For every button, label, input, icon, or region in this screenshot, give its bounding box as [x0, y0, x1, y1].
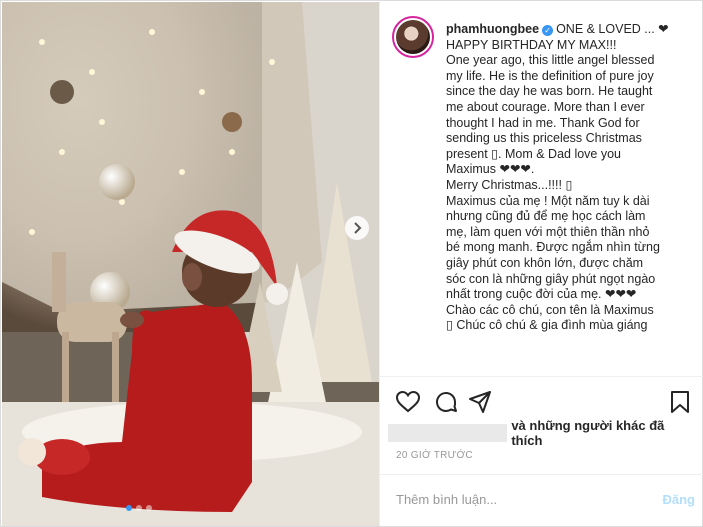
share-icon — [469, 391, 491, 413]
comment-button[interactable] — [432, 388, 460, 416]
verified-badge-icon: ✓ — [542, 25, 554, 36]
likes-text[interactable]: và những người khác đã thích — [511, 418, 698, 448]
caption-line: thought I had in me. Thank God for — [446, 115, 640, 130]
action-bar — [394, 388, 694, 416]
bookmark-icon — [671, 391, 689, 413]
caption-line: HAPPY BIRTHDAY MY MAX!!! — [446, 37, 617, 52]
caption-line: my life. He is the definition of pure jo… — [446, 68, 654, 83]
caption-first-line: phamhuongbee ✓ ONE & LOVED ... ❤ — [446, 22, 696, 38]
chevron-right-icon — [354, 222, 362, 234]
post-comment-button[interactable]: Đăng — [663, 492, 696, 507]
username-link[interactable]: phamhuongbee — [446, 22, 539, 36]
caption-line: Maximus ❤❤❤. — [446, 162, 535, 177]
caption-line: me about courage. More than I ever — [446, 99, 645, 114]
caption-line: sending us this priceless Christmas — [446, 131, 642, 146]
caption-line: mẹ, làm quen với một thiên thần nhỏ — [446, 224, 650, 239]
caption-line: sóc con là những giây phút ngọt ngào — [446, 271, 656, 286]
divider — [380, 376, 703, 377]
carousel-indicator — [126, 505, 152, 511]
caption-line: Merry Christmas...!!!! ▯ — [446, 177, 573, 192]
caption-line: present ▯. Mom & Dad love you — [446, 146, 622, 161]
post-timestamp[interactable]: 20 GIỜ TRƯỚC — [396, 450, 473, 461]
next-photo-button[interactable] — [345, 216, 369, 240]
likes-summary: và những người khác đã thích — [388, 418, 698, 448]
liker-name-redacted[interactable] — [388, 424, 508, 442]
caption: phamhuongbee ✓ ONE & LOVED ... ❤ HAPPY BIR… — [446, 22, 696, 334]
caption-line: nhất trong cuộc đời của mẹ. ❤❤❤ — [446, 287, 637, 302]
caption-line: since the day he was born. He taught — [446, 84, 653, 99]
caption-line: One year ago, this little angel blessed — [446, 53, 655, 68]
divider — [380, 474, 703, 475]
caption-line: ONE & LOVED ... ❤ — [556, 22, 669, 36]
caption-area[interactable]: phamhuongbee ✓ ONE & LOVED ... ❤ HAPPY BIR… — [380, 2, 703, 375]
like-button[interactable] — [394, 388, 422, 416]
avatar[interactable] — [392, 16, 434, 58]
save-button[interactable] — [666, 388, 694, 416]
share-button[interactable] — [466, 388, 494, 416]
avatar-image — [396, 20, 430, 54]
carousel-dot — [136, 505, 142, 511]
post-details-panel: phamhuongbee ✓ ONE & LOVED ... ❤ HAPPY BIR… — [379, 2, 703, 526]
comment-icon — [436, 392, 457, 412]
comment-input[interactable]: Thêm bình luận... — [396, 492, 497, 507]
caption-line: bé mong manh. Được ngắm nhìn từng — [446, 240, 660, 255]
photo-illustration — [2, 2, 379, 526]
post-photo[interactable] — [2, 2, 379, 526]
caption-line: giây phút con khôn lớn, được chăm — [446, 255, 644, 270]
caption-line: Chào các cô chú, con tên là Maximus — [446, 302, 654, 317]
caption-line: ▯ Chúc cô chú & gia đình mùa giáng — [446, 318, 648, 333]
carousel-dot — [146, 505, 152, 511]
heart-icon — [396, 391, 420, 413]
post-modal: phamhuongbee ✓ ONE & LOVED ... ❤ HAPPY BIR… — [0, 0, 703, 527]
caption-line: Maximus của mẹ ! Một năm tuy k dài — [446, 193, 650, 208]
carousel-dot — [126, 505, 132, 511]
caption-line: nhưng cũng đủ để mẹ học cách làm — [446, 209, 646, 224]
